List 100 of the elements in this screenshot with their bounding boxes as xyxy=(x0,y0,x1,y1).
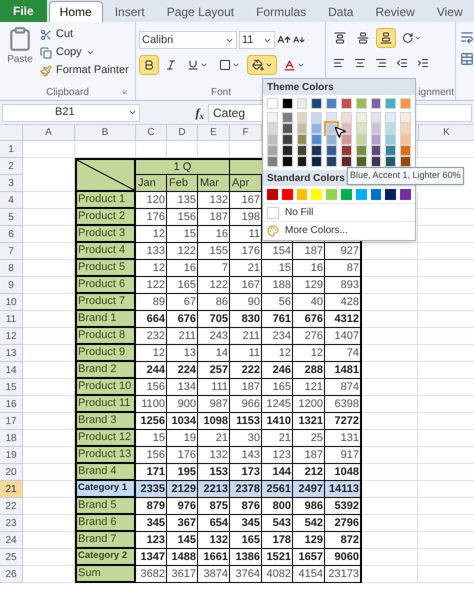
row-header[interactable]: 4 xyxy=(0,192,23,209)
color-swatch[interactable] xyxy=(400,123,411,134)
color-swatch[interactable] xyxy=(311,134,322,145)
color-swatch[interactable] xyxy=(385,134,396,145)
color-swatch[interactable] xyxy=(282,145,293,156)
row-header[interactable]: 17 xyxy=(0,413,23,430)
bottom-align-button[interactable] xyxy=(376,28,396,48)
color-swatch[interactable] xyxy=(296,134,308,145)
ribbon-tab[interactable]: Insert xyxy=(104,1,155,22)
color-swatch[interactable] xyxy=(267,123,278,134)
color-swatch[interactable] xyxy=(370,123,382,134)
color-swatch[interactable] xyxy=(385,123,396,134)
column-header[interactable]: K xyxy=(418,125,474,140)
color-swatch[interactable] xyxy=(267,98,278,109)
column-header[interactable]: D xyxy=(167,125,198,140)
color-swatch[interactable] xyxy=(385,98,396,109)
color-swatch[interactable] xyxy=(282,134,293,145)
font-name-field[interactable]: Calibri xyxy=(139,31,237,49)
row-header[interactable]: 10 xyxy=(0,294,23,311)
color-swatch[interactable] xyxy=(340,189,352,200)
row-header[interactable]: 7 xyxy=(0,243,23,260)
color-swatch[interactable] xyxy=(282,112,293,123)
color-swatch[interactable] xyxy=(311,156,322,167)
color-swatch[interactable] xyxy=(311,98,322,109)
ribbon-tab[interactable]: View xyxy=(426,1,473,22)
color-swatch[interactable] xyxy=(296,112,308,123)
row-header[interactable]: 26 xyxy=(0,566,23,583)
color-swatch[interactable] xyxy=(311,123,322,134)
color-swatch[interactable] xyxy=(356,145,367,156)
column-header[interactable]: E xyxy=(198,125,230,140)
color-swatch[interactable] xyxy=(385,145,396,156)
color-swatch[interactable] xyxy=(296,156,308,167)
color-swatch[interactable] xyxy=(340,134,352,145)
row-header[interactable]: 5 xyxy=(0,209,23,226)
color-swatch[interactable] xyxy=(400,189,411,200)
color-swatch[interactable] xyxy=(311,145,322,156)
color-swatch[interactable] xyxy=(267,156,278,167)
color-swatch[interactable] xyxy=(282,156,293,167)
color-swatch[interactable] xyxy=(385,112,396,123)
row-header[interactable]: 1 xyxy=(0,141,23,158)
row-header[interactable]: 22 xyxy=(0,498,23,515)
row-header[interactable]: 21 xyxy=(0,481,23,498)
ribbon-tab[interactable]: Formulas xyxy=(246,1,316,22)
fill-color-button[interactable] xyxy=(247,55,277,75)
row-header[interactable]: 15 xyxy=(0,379,23,396)
color-swatch[interactable] xyxy=(296,123,308,134)
file-tab[interactable]: File xyxy=(0,0,47,22)
color-swatch[interactable] xyxy=(326,156,337,167)
color-swatch[interactable] xyxy=(400,145,411,156)
color-swatch[interactable] xyxy=(370,145,382,156)
color-swatch[interactable] xyxy=(340,98,352,109)
color-swatch[interactable] xyxy=(370,189,382,200)
color-swatch[interactable] xyxy=(356,98,367,109)
color-swatch[interactable] xyxy=(356,123,367,134)
row-header[interactable]: 13 xyxy=(0,345,23,362)
color-swatch[interactable] xyxy=(356,134,367,145)
color-swatch[interactable] xyxy=(400,98,411,109)
color-swatch[interactable] xyxy=(326,145,337,156)
color-swatch[interactable] xyxy=(370,134,382,145)
insert-function-button[interactable]: f$_{x}$ xyxy=(196,104,204,122)
color-swatch[interactable] xyxy=(311,189,322,200)
color-swatch[interactable] xyxy=(400,156,411,167)
row-header[interactable]: 6 xyxy=(0,226,23,243)
color-swatch[interactable] xyxy=(282,189,293,200)
paste-button[interactable]: Paste xyxy=(0,26,40,84)
color-swatch[interactable] xyxy=(370,112,382,123)
color-swatch[interactable] xyxy=(326,189,337,200)
color-swatch[interactable] xyxy=(370,156,382,167)
row-header[interactable]: 9 xyxy=(0,277,23,294)
color-swatch[interactable] xyxy=(400,112,411,123)
color-swatch[interactable] xyxy=(385,189,396,200)
column-header[interactable]: C xyxy=(136,125,167,140)
color-swatch[interactable] xyxy=(311,112,322,123)
bold-button[interactable] xyxy=(139,55,159,75)
name-box[interactable]: B21 xyxy=(2,104,140,122)
more-colors-item[interactable]: More Colors... xyxy=(263,221,415,239)
font-size-field[interactable]: 11 xyxy=(239,31,275,49)
color-swatch[interactable] xyxy=(267,145,278,156)
row-header[interactable]: 24 xyxy=(0,532,23,549)
ribbon-tab[interactable]: Home xyxy=(48,1,103,22)
row-header[interactable]: 8 xyxy=(0,260,23,277)
color-swatch[interactable] xyxy=(326,98,337,109)
column-header[interactable]: A xyxy=(23,125,75,140)
color-swatch[interactable] xyxy=(356,112,367,123)
color-swatch[interactable] xyxy=(326,134,337,145)
row-header[interactable]: 2 xyxy=(0,158,22,175)
color-swatch[interactable] xyxy=(340,145,352,156)
format-painter-button[interactable]: Format Painter xyxy=(40,62,129,79)
color-swatch[interactable] xyxy=(282,123,293,134)
color-swatch[interactable] xyxy=(267,189,278,200)
row-header[interactable]: 14 xyxy=(0,362,23,379)
color-swatch[interactable] xyxy=(267,134,278,145)
color-swatch[interactable] xyxy=(296,98,308,109)
color-swatch[interactable] xyxy=(385,156,396,167)
row-header[interactable]: 18 xyxy=(0,430,23,447)
row-header[interactable]: 11 xyxy=(0,311,23,328)
ribbon-tab[interactable]: Data xyxy=(318,1,364,22)
no-fill-item[interactable]: No Fill xyxy=(263,203,415,221)
color-swatch[interactable] xyxy=(340,156,352,167)
row-header[interactable]: 25 xyxy=(0,549,23,566)
